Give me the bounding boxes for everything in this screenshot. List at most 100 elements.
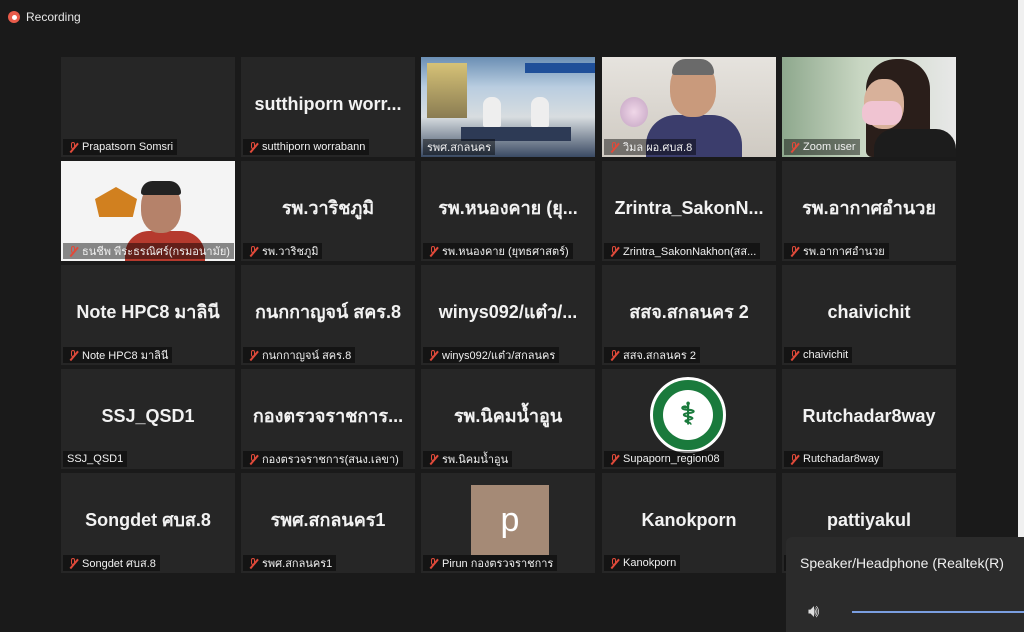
participant-name-label: winys092/แต๋ว/สกลนคร (423, 347, 560, 363)
participant-name-label: Pirun กองตรวจราชการ (423, 555, 558, 571)
participant-display-name: SSJ_QSD1 (101, 406, 195, 426)
participant-name: Rutchadar8way (803, 453, 880, 465)
muted-mic-icon (247, 141, 259, 153)
participant-display-name: Note HPC8 มาลินี (76, 302, 220, 322)
participant-display-name: chaivichit (827, 302, 911, 322)
participant-display-name: กองตรวจราชการ... (252, 406, 404, 426)
participant-name: รพ.วาริชภูมิ (262, 246, 319, 258)
participant-tile[interactable]: Note HPC8 มาลินี Note HPC8 มาลินี (61, 265, 235, 365)
participant-name: Pirun กองตรวจราชการ (442, 558, 554, 570)
participant-display-name: รพ.หนองคาย (ยุ... (438, 198, 578, 218)
muted-mic-icon (67, 349, 79, 361)
participant-tile[interactable]: รพ.นิคมน้ำอูน รพ.นิคมน้ำอูน (421, 369, 595, 469)
participant-tile[interactable]: sutthiporn worr... sutthiporn worrabann (241, 57, 415, 157)
record-icon (8, 11, 20, 23)
participant-name: chaivichit (803, 349, 849, 361)
participant-display-name: Songdet ศบส.8 (85, 510, 211, 530)
participant-name: SSJ_QSD1 (67, 453, 124, 465)
participant-name-label: รพศ.สกลนคร1 (243, 555, 337, 571)
participant-name-label: กองตรวจราชการ(สนง.เลขา) (243, 451, 403, 467)
participant-tile[interactable]: รพ.วาริชภูมิ รพ.วาริชภูมิ (241, 161, 415, 261)
muted-mic-icon (608, 349, 620, 361)
participant-display-name: Rutchadar8way (802, 406, 936, 426)
participant-tile[interactable]: รพ.อากาศอำนวย รพ.อากาศอำนวย (782, 161, 956, 261)
participant-name-label: Zoom user (784, 139, 860, 155)
participant-name-label: Note HPC8 มาลินี (63, 347, 173, 363)
participant-display-name: sutthiporn worr... (254, 94, 402, 114)
audio-device-name: Speaker/Headphone (Realtek(R) (800, 555, 1004, 571)
participant-tile[interactable]: p Pirun กองตรวจราชการ (421, 473, 595, 573)
volume-slider[interactable] (852, 611, 1024, 613)
muted-mic-icon (788, 453, 800, 465)
participant-name-label: รพ.นิคมน้ำอูน (423, 451, 513, 467)
participant-tile[interactable]: chaivichit chaivichit (782, 265, 956, 365)
participant-tile[interactable]: Zrintra_SakonN... Zrintra_SakonNakhon(สส.… (602, 161, 776, 261)
participant-tile[interactable]: กนกกาญจน์ สคร.8 กนกกาญจน์ สคร.8 (241, 265, 415, 365)
participant-tile[interactable]: รพ.หนองคาย (ยุ... รพ.หนองคาย (ยุทธศาสตร์) (421, 161, 595, 261)
recording-indicator[interactable]: Recording (8, 6, 81, 28)
participant-tile[interactable]: Prapatsorn Somsri (61, 57, 235, 157)
participant-name-label: รพ.วาริชภูมิ (243, 243, 323, 259)
participant-display-name: รพ.อากาศอำนวย (802, 198, 936, 218)
participant-name-label: รพศ.สกลนคร (423, 139, 496, 155)
participant-tile[interactable]: Zoom user (782, 57, 956, 157)
participant-name: กองตรวจราชการ(สนง.เลขา) (262, 454, 399, 466)
participant-name-label: Supaporn_region08 (604, 451, 724, 467)
muted-mic-icon (788, 245, 800, 257)
participant-display-name: กนกกาญจน์ สคร.8 (254, 302, 401, 322)
audio-device-popup: Speaker/Headphone (Realtek(R) 🔊︎ (786, 537, 1024, 632)
participant-tile[interactable]: รพศ.สกลนคร1 รพศ.สกลนคร1 (241, 473, 415, 573)
participant-name-label: วิมล ผอ.ศบส.8 (604, 139, 697, 155)
recording-label: Recording (26, 10, 81, 24)
muted-mic-icon (427, 245, 439, 257)
participant-name-label: SSJ_QSD1 (63, 451, 128, 467)
participant-name: วิมล ผอ.ศบส.8 (623, 142, 693, 154)
participant-display-name: รพ.นิคมน้ำอูน (453, 406, 563, 426)
participant-name: รพ.หนองคาย (ยุทธศาสตร์) (442, 246, 569, 258)
participant-name: Zoom user (803, 141, 856, 153)
muted-mic-icon (608, 141, 620, 153)
muted-mic-icon (67, 557, 79, 569)
participant-tile[interactable]: รพศ.สกลนคร (421, 57, 595, 157)
participant-tile[interactable]: ธนชีพ พีระธรณิศร์(กรมอนามัย) (61, 161, 235, 261)
participant-name: winys092/แต๋ว/สกลนคร (442, 350, 556, 362)
participant-name: Kanokporn (623, 557, 677, 569)
avatar-letter: p (471, 485, 549, 555)
muted-mic-icon (247, 453, 259, 465)
participant-name: รพศ.สกลนคร1 (262, 558, 333, 570)
participant-tile[interactable]: SSJ_QSD1 SSJ_QSD1 (61, 369, 235, 469)
participant-tile[interactable]: Songdet ศบส.8 Songdet ศบส.8 (61, 473, 235, 573)
participant-name-label: รพ.อากาศอำนวย (784, 243, 889, 259)
participant-tile[interactable]: วิมล ผอ.ศบส.8 (602, 57, 776, 157)
participant-name: Prapatsorn Somsri (82, 141, 174, 153)
muted-mic-icon (608, 245, 620, 257)
participant-name: สสจ.สกลนคร 2 (623, 350, 697, 362)
participant-tile[interactable]: Kanokporn Kanokporn (602, 473, 776, 573)
participant-tile[interactable]: สสจ.สกลนคร 2 สสจ.สกลนคร 2 (602, 265, 776, 365)
participant-tile[interactable]: Rutchadar8way Rutchadar8way (782, 369, 956, 469)
muted-mic-icon (788, 349, 800, 361)
muted-mic-icon (608, 557, 620, 569)
participant-tile[interactable]: กองตรวจราชการ... กองตรวจราชการ(สนง.เลขา) (241, 369, 415, 469)
participant-name-label: Kanokporn (604, 555, 681, 571)
participant-display-name: รพ.วาริชภูมิ (281, 198, 375, 218)
participant-tile[interactable]: ⚕ Supaporn_region08 (602, 369, 776, 469)
muted-mic-icon (427, 453, 439, 465)
participant-name: รพ.อากาศอำนวย (803, 246, 885, 258)
muted-mic-icon (427, 557, 439, 569)
muted-mic-icon (247, 557, 259, 569)
participant-display-name: Zrintra_SakonN... (614, 198, 764, 218)
participant-name-label: sutthiporn worrabann (243, 139, 370, 155)
participant-display-name: รพศ.สกลนคร1 (270, 510, 386, 530)
participant-name-label: สสจ.สกลนคร 2 (604, 347, 701, 363)
participant-name: Note HPC8 มาลินี (82, 350, 169, 362)
participant-name: รพศ.สกลนคร (427, 142, 492, 154)
speaker-volume-icon[interactable]: 🔊︎ (808, 601, 819, 622)
participant-tile[interactable]: winys092/แต๋ว/... winys092/แต๋ว/สกลนคร (421, 265, 595, 365)
participant-name: ธนชีพ พีระธรณิศร์(กรมอนามัย) (82, 246, 230, 258)
participant-display-name: Kanokporn (641, 510, 737, 530)
participant-name: รพ.นิคมน้ำอูน (442, 454, 509, 466)
muted-mic-icon (608, 453, 620, 465)
muted-mic-icon (788, 141, 800, 153)
participant-display-name: winys092/แต๋ว/... (438, 302, 578, 322)
